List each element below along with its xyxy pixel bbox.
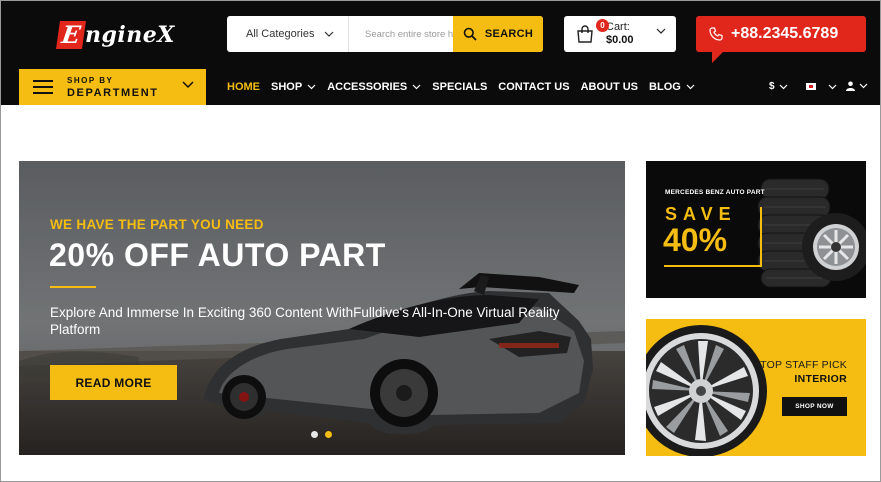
nav-item-specials[interactable]: SPECIALS (432, 81, 487, 93)
department-small-label: SHOP BY (67, 76, 114, 85)
promo-percent: 40% (663, 222, 728, 258)
user-icon (846, 81, 855, 91)
promo-interior: INTERIOR (794, 373, 847, 385)
shop-now-button[interactable]: SHOP NOW (782, 397, 847, 416)
hero-description: Explore And Immerse In Exciting 360 Cont… (50, 305, 560, 337)
read-more-button[interactable]: READ MORE (50, 365, 177, 400)
cart-count-badge: 0 (596, 19, 609, 32)
search-button-label: SEARCH (484, 28, 534, 40)
nav-item-label: ACCESSORIES (327, 81, 408, 93)
promo-banner-interior[interactable]: TOP STAFF PICK INTERIOR SHOP NOW (646, 319, 866, 456)
promo-top-staff-pick: TOP STAFF PICK (760, 359, 847, 371)
chevron-down-icon (182, 81, 194, 89)
phone-button[interactable]: +88.2345.6789 (696, 16, 866, 52)
promo-banner-save[interactable]: MERCEDES BENZ AUTO PART SAVE 40% (646, 161, 866, 298)
chevron-down-icon (686, 84, 695, 90)
cart-label: Cart: (606, 21, 630, 33)
phone-icon (709, 27, 723, 41)
category-select-value: All Categories (246, 28, 315, 40)
nav-item-home[interactable]: HOME (227, 81, 260, 93)
cart-total: $0.00 (606, 34, 634, 46)
nav-item-label: CONTACT US (498, 81, 570, 93)
slider-dot-1[interactable] (311, 431, 318, 438)
nav-item-label: SHOP (271, 81, 303, 93)
menu-icon (33, 80, 53, 94)
shop-by-department-button[interactable]: SHOP BY DEPARTMENT (19, 69, 206, 105)
chevron-down-icon (779, 84, 787, 89)
currency-symbol: $ (769, 81, 775, 92)
nav-item-accessories[interactable]: ACCESSORIES (327, 81, 421, 93)
cart-button[interactable]: 0 Cart: $0.00 (564, 16, 676, 52)
hero-kicker: WE HAVE THE PART YOU NEED (50, 217, 264, 232)
search-button[interactable]: SEARCH (453, 16, 543, 52)
nav-item-label: ABOUT US (580, 81, 639, 93)
chevron-down-icon (412, 84, 421, 90)
chevron-down-icon (828, 84, 837, 89)
language-selector[interactable] (806, 83, 837, 90)
browser-viewport: E ngineX All Categories SEARCH 0 Cart: $… (0, 0, 881, 482)
phone-number: +88.2345.6789 (731, 25, 839, 42)
phone-callout-tail (712, 51, 724, 63)
category-select[interactable]: All Categories (227, 16, 349, 52)
flag-icon (806, 83, 816, 90)
account-menu[interactable] (846, 81, 868, 91)
search-input[interactable] (349, 16, 453, 52)
logo-initial: E (56, 20, 86, 49)
slider-dot-2[interactable] (325, 431, 332, 438)
chevron-down-icon (859, 83, 868, 89)
nav-item-blog[interactable]: BLOG (649, 81, 695, 93)
wheel-rim-image (646, 325, 767, 456)
hero-title: 20% OFF AUTO PART (49, 237, 386, 273)
hero-divider (50, 286, 96, 288)
slider-pagination (311, 431, 332, 438)
chevron-down-icon (325, 31, 334, 37)
nav-item-about-us[interactable]: ABOUT US (581, 81, 638, 93)
main-navigation: HOME SHOP ACCESSORIES SPECIALS CONTACT U… (227, 79, 706, 95)
currency-selector[interactable]: $ (769, 81, 788, 92)
nav-item-shop[interactable]: SHOP (271, 81, 316, 93)
hero-slider[interactable]: WE HAVE THE PART YOU NEED 20% OFF AUTO P… (19, 161, 625, 455)
department-label: DEPARTMENT (67, 87, 159, 99)
shopping-bag-icon (577, 25, 593, 43)
chevron-down-icon (307, 84, 316, 90)
chevron-down-icon (656, 28, 666, 34)
logo-wordmark: ngineX (85, 22, 175, 48)
nav-item-contact-us[interactable]: CONTACT US (498, 81, 569, 93)
search-bar: All Categories SEARCH (227, 16, 543, 52)
nav-item-label: BLOG (649, 81, 681, 93)
promo-brand-label: MERCEDES BENZ AUTO PART (665, 189, 765, 196)
nav-item-label: HOME (227, 81, 260, 93)
nav-item-label: SPECIALS (432, 81, 488, 93)
site-logo[interactable]: E ngineX (56, 20, 175, 50)
search-icon (463, 27, 477, 41)
